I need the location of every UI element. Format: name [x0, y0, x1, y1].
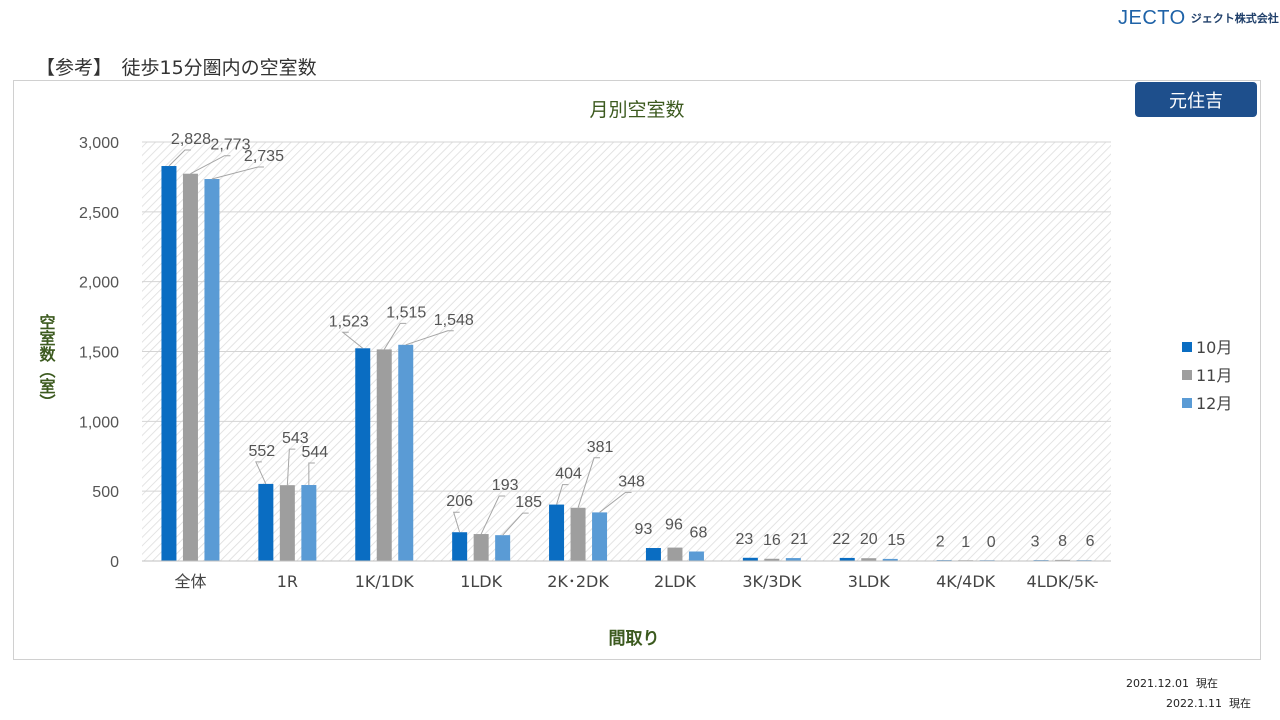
x-axis-title: 間取り — [609, 629, 660, 649]
footnote-date-2: 2022.1.11 現在 — [1166, 697, 1251, 710]
bar — [279, 485, 295, 561]
bar — [301, 485, 317, 561]
y-tick-label: 2,500 — [79, 205, 119, 222]
legend-swatch — [1182, 370, 1192, 380]
data-label: 68 — [690, 525, 708, 542]
y-tick-label: 0 — [110, 554, 119, 571]
legend-swatch — [1182, 342, 1192, 352]
data-label: 15 — [887, 532, 905, 549]
data-label: 1,548 — [434, 312, 474, 329]
data-label: 6 — [1086, 533, 1095, 550]
data-label: 2 — [936, 534, 945, 551]
bar — [473, 534, 489, 561]
bar — [355, 348, 371, 561]
x-tick-label: 2K･2DK — [547, 572, 609, 591]
y-tick-label: 1,500 — [79, 345, 119, 362]
x-tick-label: 1K/1DK — [355, 572, 415, 591]
footnote-date-1: 2021.12.01 現在 — [1126, 677, 1218, 690]
x-tick-label: 全体 — [174, 572, 206, 591]
data-label: 1,523 — [329, 313, 369, 330]
data-label: 21 — [790, 531, 808, 548]
bar — [667, 547, 683, 561]
x-tick-label: 2LDK — [654, 572, 696, 591]
data-label: 2,828 — [171, 131, 211, 148]
x-tick-label: 3LDK — [848, 572, 890, 591]
legend-label: 11月 — [1196, 366, 1232, 385]
y-tick-label: 2,000 — [79, 275, 119, 292]
data-label: 552 — [248, 443, 275, 460]
bar — [161, 166, 177, 562]
data-label: 93 — [635, 521, 653, 538]
data-label: 3 — [1031, 534, 1040, 551]
x-tick-label: 3K/3DK — [742, 572, 802, 591]
data-label: 1 — [961, 534, 970, 551]
chart-title: 月別空室数 — [589, 99, 684, 121]
bar — [258, 483, 274, 561]
data-label: 381 — [587, 439, 614, 456]
legend-label: 10月 — [1196, 338, 1232, 357]
data-label: 544 — [301, 444, 328, 461]
data-label: 404 — [555, 466, 582, 483]
data-label: 348 — [618, 473, 645, 490]
y-tick-label: 1,000 — [79, 414, 119, 431]
data-label: 206 — [446, 493, 473, 510]
data-label: 1,515 — [386, 304, 426, 321]
bar — [645, 548, 661, 561]
bar — [182, 173, 198, 561]
x-tick-label: 1R — [277, 572, 298, 591]
bar — [398, 344, 414, 561]
data-label: 2,735 — [244, 148, 284, 165]
data-label: 16 — [763, 532, 781, 549]
x-tick-label: 4LDK/5K- — [1027, 572, 1099, 591]
x-tick-label: 4K/4DK — [936, 572, 996, 591]
bar — [376, 349, 392, 561]
bar — [688, 551, 704, 561]
data-label: 193 — [492, 477, 519, 494]
data-label: 96 — [665, 517, 683, 534]
bar — [570, 507, 586, 561]
legend-label: 12月 — [1196, 394, 1232, 413]
vacancy-bar-chart: 2,828 2,7732,7355525435441,5231,515 1,5482… — [37, 99, 1233, 649]
y-axis-title: 空室数（室） — [37, 313, 56, 410]
bar — [495, 535, 511, 561]
y-tick-label: 3,000 — [79, 135, 119, 152]
x-tick-label: 1LDK — [460, 572, 502, 591]
legend-swatch — [1182, 398, 1192, 408]
bar — [204, 179, 220, 562]
data-label: 22 — [832, 531, 850, 548]
data-label: 185 — [515, 494, 542, 511]
y-tick-label: 500 — [92, 484, 119, 501]
data-label: 23 — [735, 531, 753, 548]
bar — [452, 532, 468, 561]
data-label: 0 — [987, 534, 996, 551]
legend: 10月 11月 12月 — [1182, 338, 1232, 413]
bar — [592, 512, 608, 561]
data-label: 8 — [1058, 533, 1067, 550]
data-label: 20 — [860, 531, 878, 548]
bar — [549, 504, 565, 561]
station-badge: 元住吉 — [1135, 82, 1257, 117]
